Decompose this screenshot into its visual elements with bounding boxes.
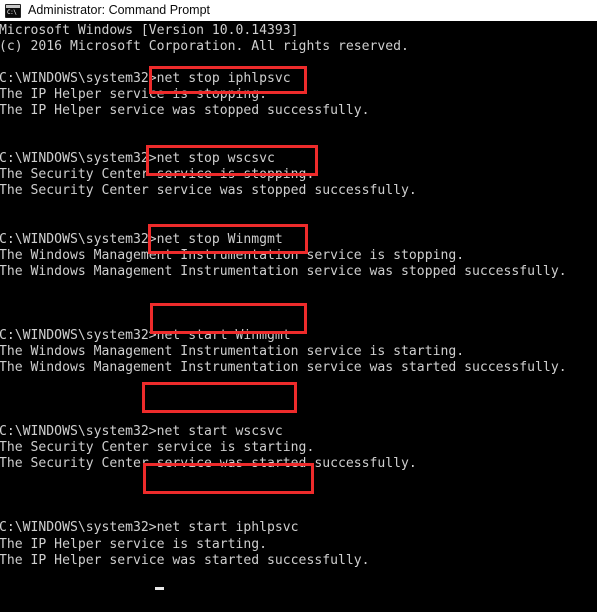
command-prompt-icon-glyph: C:\: [7, 8, 17, 16]
highlight-box-2: [146, 145, 318, 176]
highlight-box-4: [150, 303, 307, 334]
command-prompt-icon-bar: [6, 4, 20, 8]
titlebar[interactable]: C:\ Administrator: Command Prompt: [0, 0, 597, 21]
highlight-box-3: [148, 224, 308, 254]
highlight-box-6: [143, 463, 314, 494]
text-cursor: [155, 587, 164, 590]
window-title: Administrator: Command Prompt: [28, 3, 211, 17]
highlight-box-5: [142, 382, 297, 413]
command-prompt-window: C:\ Administrator: Command Prompt Micros…: [0, 0, 597, 612]
highlight-box-1: [149, 66, 307, 94]
command-prompt-icon: C:\: [5, 3, 21, 18]
